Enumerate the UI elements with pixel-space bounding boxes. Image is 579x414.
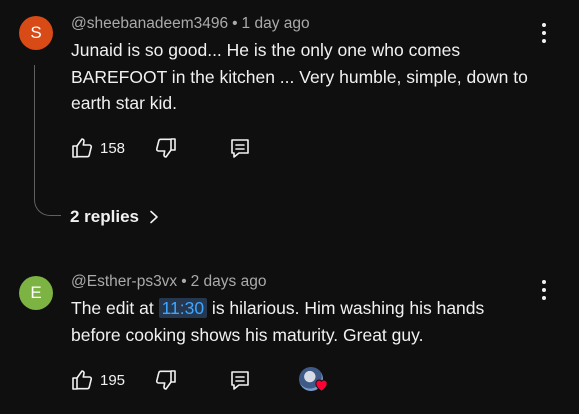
comment-time[interactable]: 1 day ago: [242, 15, 310, 32]
avatar-letter: E: [30, 283, 42, 302]
thumbs-down-icon: [155, 370, 176, 390]
avatar[interactable]: S: [19, 16, 53, 50]
thumbs-up-icon: [72, 138, 93, 158]
meta-separator: •: [232, 15, 238, 32]
comment-text: Junaid is so good... He is the only one …: [71, 40, 528, 113]
author-handle[interactable]: @Esther-ps3vx: [71, 273, 177, 290]
meta-separator: •: [181, 273, 187, 290]
thread-connector-line: [34, 65, 61, 216]
creator-heart-icon: [315, 379, 328, 392]
comment-text-before: The edit at: [71, 298, 159, 318]
comment-meta: @Esther-ps3vx • 2 days ago: [71, 273, 266, 291]
like-count: 158: [100, 139, 126, 157]
like-button[interactable]: 195: [70, 367, 125, 393]
avatar[interactable]: E: [19, 276, 53, 310]
thumbs-down-icon: [155, 138, 176, 158]
like-button[interactable]: 158: [70, 135, 125, 161]
like-count: 195: [100, 371, 126, 389]
thumbs-up-icon: [72, 370, 93, 390]
avatar-letter: S: [30, 23, 42, 42]
reply-button[interactable]: [228, 367, 252, 393]
comment-text: The edit at 11:30 is hilarious. Him wash…: [71, 295, 561, 348]
timestamp-link[interactable]: 11:30: [158, 298, 208, 318]
reply-icon: [231, 371, 249, 390]
comment-actions: 158: [70, 135, 370, 161]
chevron-right-icon: [150, 210, 158, 224]
creator-heart-badge: [299, 367, 331, 395]
replies-label: 2 replies: [70, 207, 139, 226]
comment-meta: @sheebanadeem3496 • 1 day ago: [71, 15, 310, 33]
replies-toggle-button[interactable]: 2 replies: [70, 207, 159, 227]
reply-icon: [231, 139, 249, 158]
author-handle[interactable]: @sheebanadeem3496: [71, 15, 228, 32]
dislike-button[interactable]: [154, 135, 178, 161]
reply-button[interactable]: [228, 135, 252, 161]
dislike-button[interactable]: [154, 367, 178, 393]
comment-time[interactable]: 2 days ago: [191, 273, 267, 290]
